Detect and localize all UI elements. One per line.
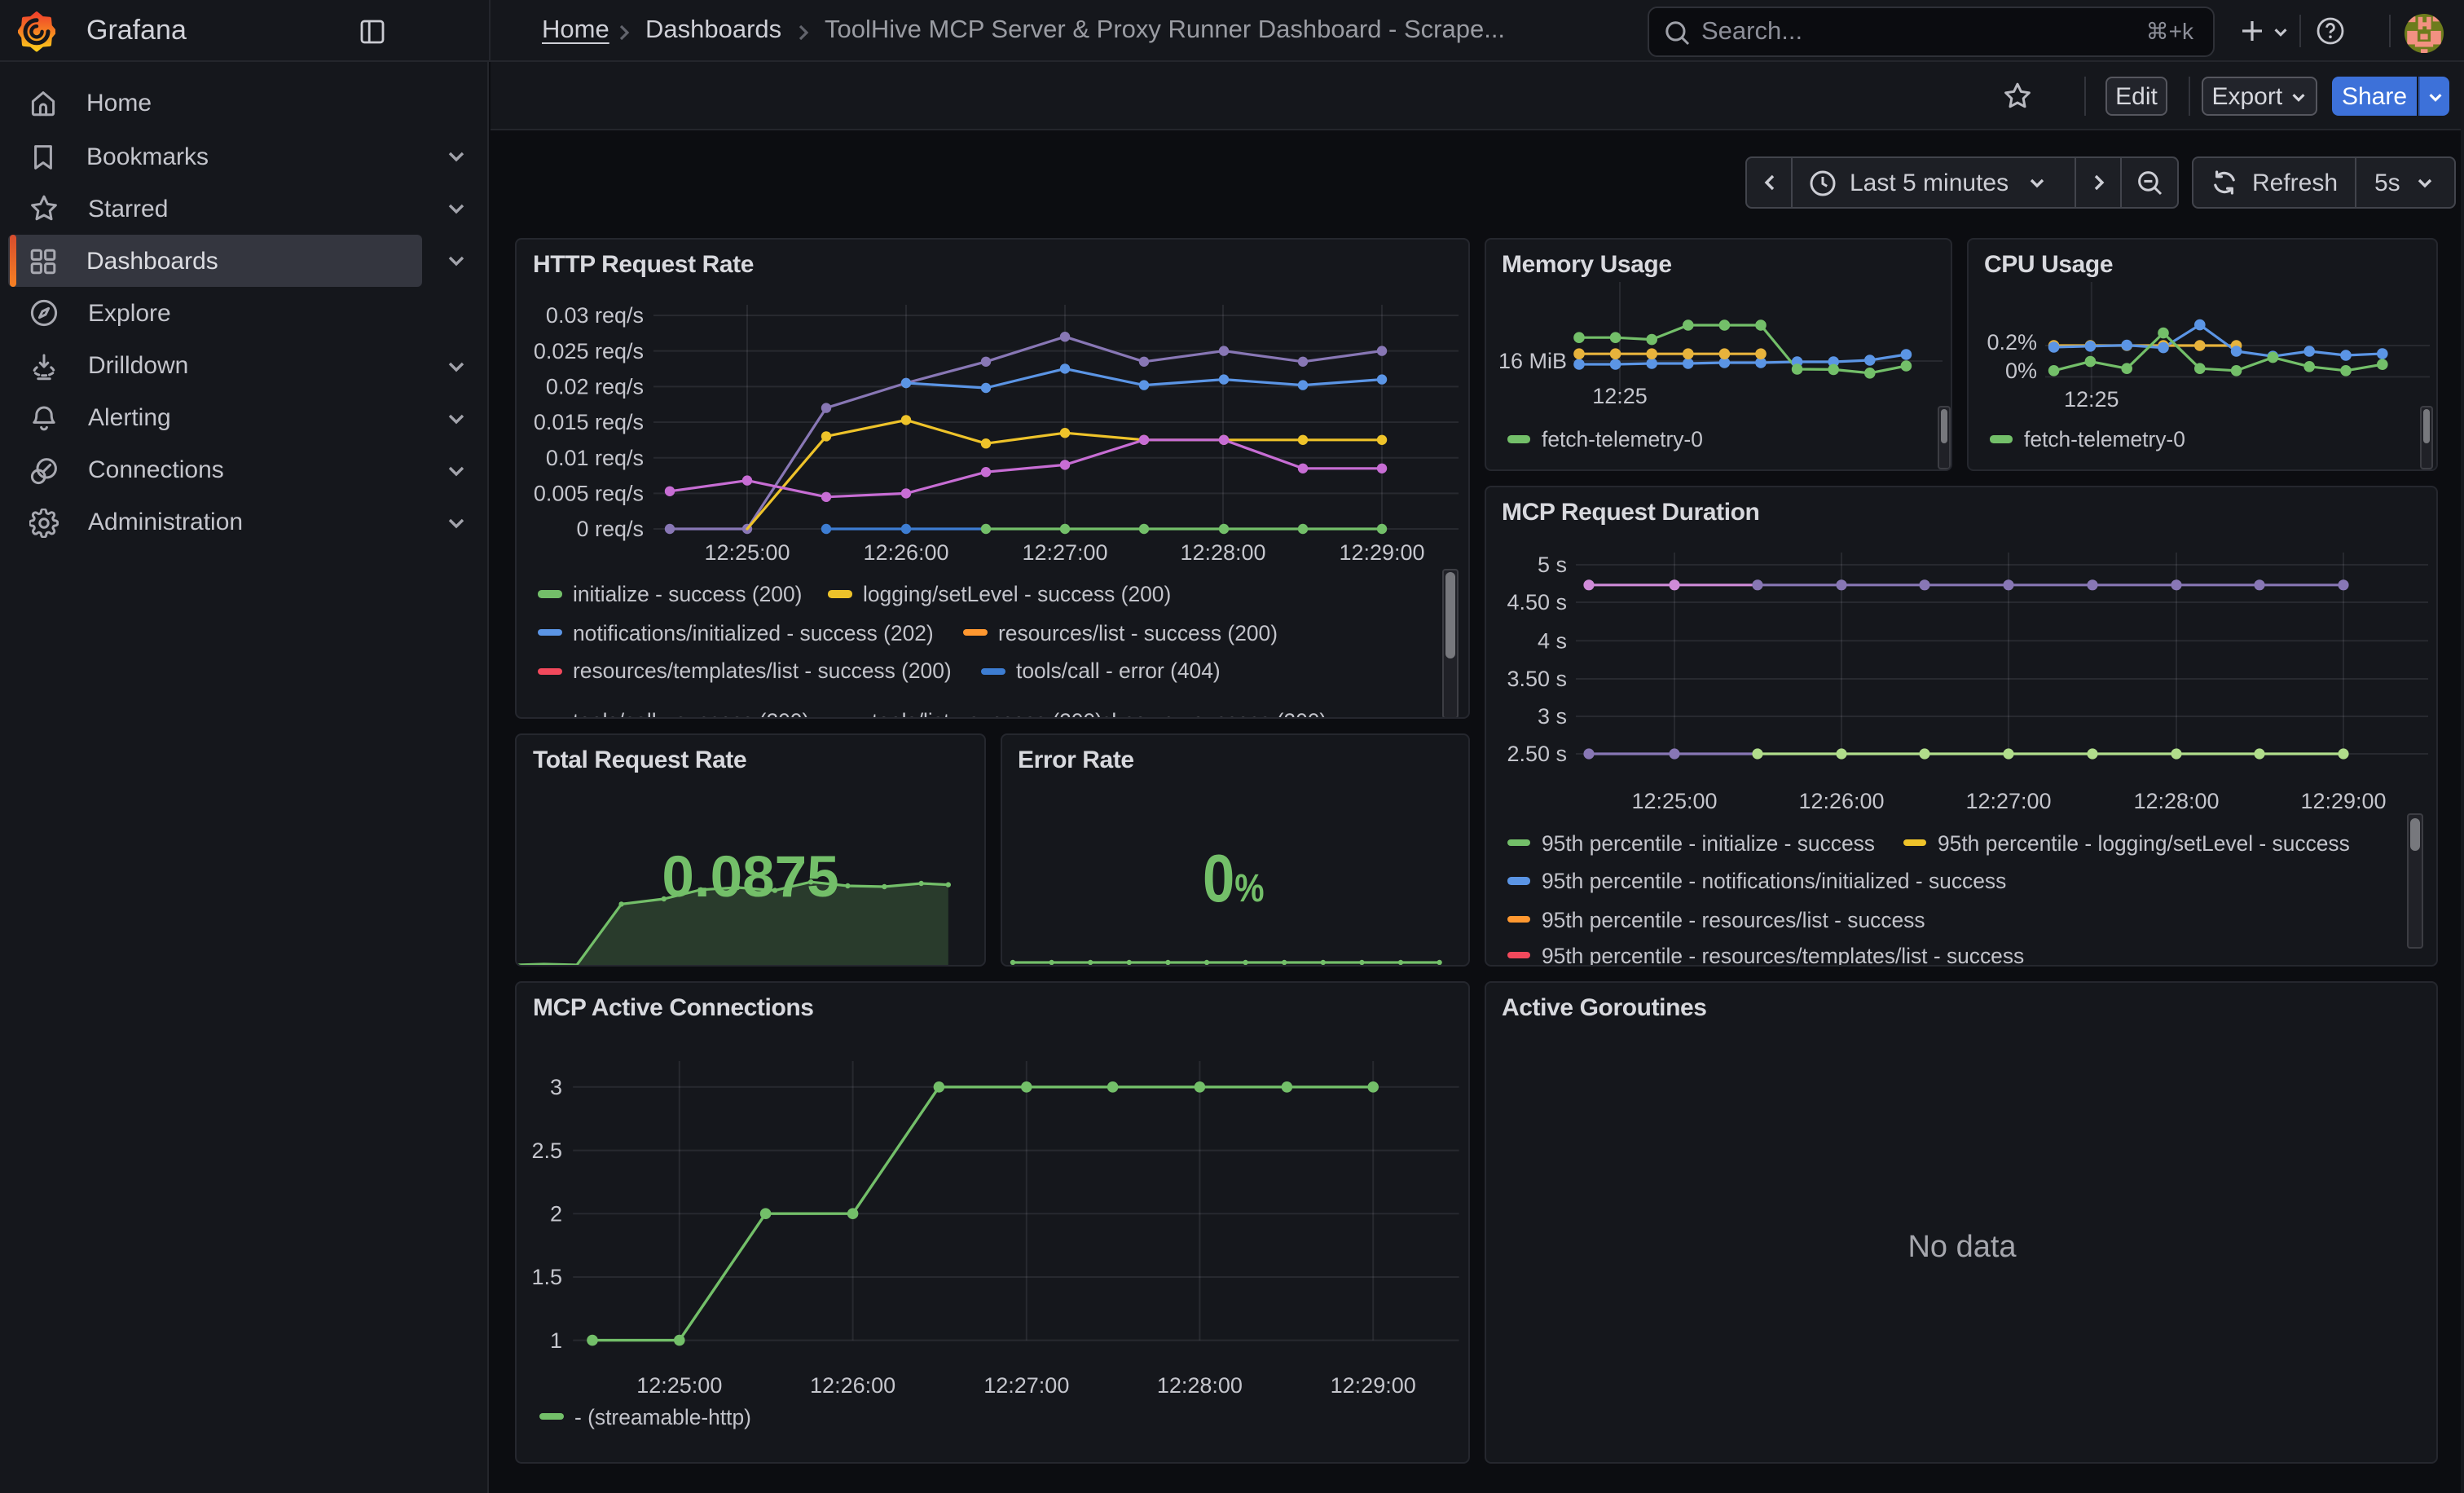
svg-text:0.025 req/s: 0.025 req/s (534, 338, 644, 363)
svg-text:12:28:00: 12:28:00 (2132, 788, 2218, 813)
svg-text:4.50 s: 4.50 s (1506, 589, 1566, 614)
svg-text:0.03 req/s: 0.03 req/s (546, 302, 644, 327)
svg-text:12:26:00: 12:26:00 (863, 540, 948, 564)
svg-text:0.015 req/s: 0.015 req/s (534, 409, 644, 434)
svg-text:12:28:00: 12:28:00 (1180, 540, 1265, 564)
svg-text:5 s: 5 s (1537, 552, 1566, 576)
svg-text:0.2%: 0.2% (1986, 329, 2036, 354)
svg-text:2.50 s: 2.50 s (1506, 741, 1566, 765)
svg-text:12:25:00: 12:25:00 (636, 1372, 722, 1397)
svg-text:12:26:00: 12:26:00 (1797, 788, 1883, 813)
svg-text:12:29:00: 12:29:00 (2299, 788, 2385, 813)
svg-text:12:25: 12:25 (1591, 383, 1647, 407)
svg-text:4 s: 4 s (1537, 628, 1566, 652)
svg-text:12:28:00: 12:28:00 (1157, 1372, 1243, 1397)
svg-text:12:29:00: 12:29:00 (1339, 540, 1424, 564)
svg-text:12:25:00: 12:25:00 (704, 540, 790, 564)
svg-text:12:26:00: 12:26:00 (810, 1372, 895, 1397)
svg-text:12:27:00: 12:27:00 (1965, 788, 2050, 813)
svg-text:1: 1 (550, 1328, 562, 1352)
svg-text:16 MiB: 16 MiB (1498, 348, 1566, 372)
svg-text:1.5: 1.5 (531, 1264, 562, 1288)
svg-text:12:27:00: 12:27:00 (1022, 540, 1107, 564)
svg-text:2.5: 2.5 (531, 1138, 562, 1162)
svg-text:0.005 req/s: 0.005 req/s (534, 481, 644, 505)
svg-text:0.02 req/s: 0.02 req/s (546, 374, 644, 399)
svg-text:12:25:00: 12:25:00 (1630, 788, 1716, 813)
svg-text:2: 2 (550, 1200, 562, 1225)
svg-text:3.50 s: 3.50 s (1506, 666, 1566, 690)
svg-text:3: 3 (550, 1074, 562, 1099)
svg-text:0%: 0% (2004, 358, 2036, 382)
svg-text:3 s: 3 s (1537, 703, 1566, 728)
svg-text:12:27:00: 12:27:00 (983, 1372, 1069, 1397)
svg-text:12:25: 12:25 (2063, 386, 2119, 411)
svg-text:12:29:00: 12:29:00 (1331, 1372, 1416, 1397)
svg-text:0 req/s: 0 req/s (576, 516, 644, 540)
svg-text:0.01 req/s: 0.01 req/s (546, 445, 644, 469)
